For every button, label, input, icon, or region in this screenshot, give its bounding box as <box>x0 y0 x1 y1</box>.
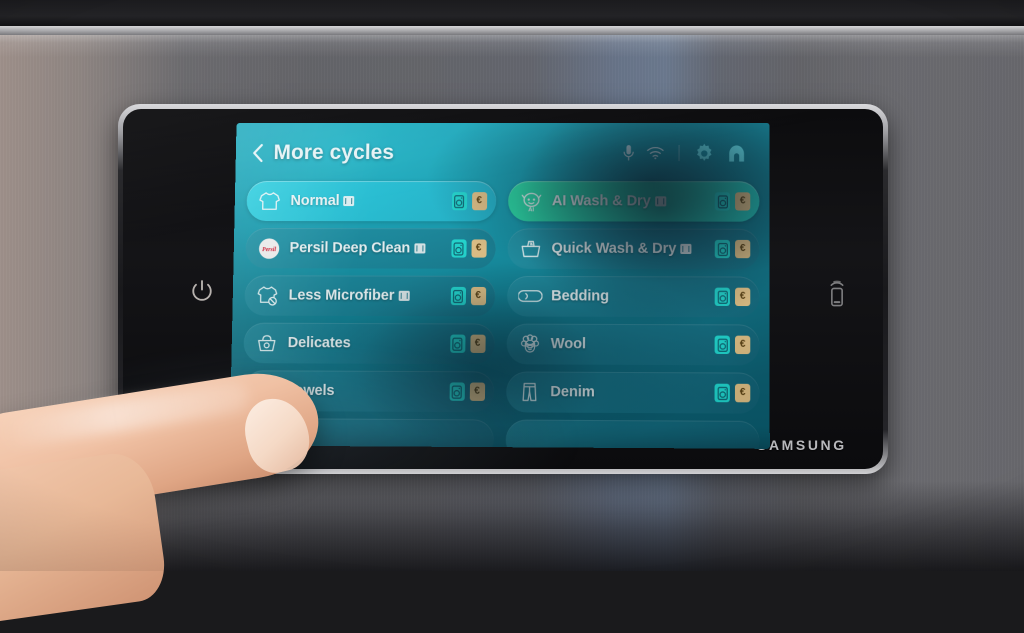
cycle-label: Wool <box>551 336 586 352</box>
tile-badges: € <box>715 384 751 403</box>
persil-logo-icon: Persil <box>256 236 280 260</box>
tile-spacer <box>586 344 715 345</box>
cycle-tile-denim[interactable]: Denim € <box>506 371 760 413</box>
svg-text:AI: AI <box>528 207 534 213</box>
cycle-label: Quick Wash & Dry <box>551 241 676 257</box>
cycle-label: Bedding <box>551 288 609 304</box>
jeans-icon <box>517 380 542 405</box>
cost-badge-icon: € <box>735 240 750 258</box>
cost-badge-icon: € <box>735 288 750 306</box>
washer-badge-icon <box>715 192 730 210</box>
sheep-icon <box>517 332 541 357</box>
tile-badges: € <box>451 239 486 257</box>
cost-badge-icon: € <box>472 192 487 210</box>
cycle-tile-persil-deep-clean[interactable]: Persil Persil Deep Clean € <box>245 228 495 269</box>
cost-badge-icon: € <box>469 383 484 401</box>
washer-badge-icon <box>449 382 464 400</box>
cycle-grid: Normal € <box>242 181 760 449</box>
handwash-basin-icon <box>254 331 278 355</box>
cycle-tile-bedding[interactable]: Bedding € <box>507 276 760 317</box>
tile-spacer <box>595 392 715 393</box>
screen-header: More cycles <box>235 123 769 183</box>
cycle-tile-cutoff-left[interactable] <box>241 418 493 449</box>
ai-face-icon: AI <box>519 189 543 213</box>
tile-badges: € <box>715 240 751 258</box>
display-bezel-inner: SAMSUNG More cycles <box>123 109 883 469</box>
ai-flag-icon <box>343 196 354 206</box>
washer-badge-icon <box>451 192 466 210</box>
touchscreen-display[interactable]: More cycles <box>230 123 770 449</box>
cost-badge-icon: € <box>735 192 750 210</box>
microphone-icon[interactable] <box>622 143 635 162</box>
power-icon[interactable] <box>187 277 217 307</box>
top-dark-band <box>0 0 1024 27</box>
ai-flag-icon <box>398 291 409 301</box>
cycle-tile-delicates[interactable]: Delicates € <box>243 323 494 365</box>
cycle-label: Normal <box>290 193 339 209</box>
settings-gear-icon[interactable] <box>694 142 715 163</box>
header-divider <box>679 145 680 161</box>
ai-flag-icon <box>414 243 425 253</box>
chevron-left-icon[interactable] <box>249 140 265 166</box>
cycle-tile-cutoff-right[interactable] <box>505 420 759 449</box>
quick-basin-icon <box>518 236 542 260</box>
nfc-tap-icon[interactable] <box>823 277 851 309</box>
tile-badges: € <box>451 192 486 210</box>
cost-badge-icon: € <box>735 384 750 403</box>
tshirt-icon <box>257 189 281 213</box>
washer-badge-icon <box>715 240 730 258</box>
pillow-icon <box>518 284 542 308</box>
home-icon[interactable] <box>726 143 747 162</box>
washer-badge-icon <box>715 288 730 306</box>
tile-spacer <box>334 391 449 392</box>
chrome-edge <box>0 26 1024 35</box>
hand-body <box>0 449 169 633</box>
towel-icon <box>253 378 278 403</box>
cycle-label: Delicates <box>288 335 351 351</box>
cost-badge-icon: € <box>471 239 486 257</box>
cost-badge-icon: € <box>470 287 485 305</box>
tile-badges: € <box>450 287 485 305</box>
cycle-label: Less Microfiber <box>288 287 394 303</box>
tile-badges: € <box>715 192 750 210</box>
washer-badge-icon <box>450 335 465 353</box>
cycle-tile-quick-wash-dry[interactable]: Quick Wash & Dry € <box>507 228 759 269</box>
page-title: More cycles <box>273 141 394 165</box>
lower-shadow <box>0 481 1024 571</box>
tshirt-no-icon <box>255 283 279 307</box>
ai-flag-icon <box>655 196 666 206</box>
ai-flag-icon <box>680 244 691 254</box>
washer-badge-icon <box>715 336 730 354</box>
washer-badge-icon <box>450 287 465 305</box>
samsung-logo: SAMSUNG <box>757 437 847 453</box>
cycle-tile-less-microfiber[interactable]: Less Microfiber € <box>244 275 495 316</box>
cycle-label: Towels <box>287 383 335 400</box>
tile-badges: € <box>715 288 751 306</box>
washer-badge-icon <box>715 384 730 403</box>
svg-text:Persil: Persil <box>262 247 276 253</box>
wifi-icon[interactable] <box>646 146 664 160</box>
cycle-label: AI Wash & Dry <box>552 193 651 209</box>
tile-badges: € <box>450 335 485 353</box>
cycle-label: Denim <box>550 384 595 401</box>
cycle-tile-wool[interactable]: Wool € <box>506 324 759 366</box>
washer-badge-icon <box>451 239 466 257</box>
cycle-tile-normal[interactable]: Normal € <box>246 181 496 221</box>
tile-badges: € <box>449 382 485 401</box>
status-icon-group <box>622 142 747 163</box>
cost-badge-icon: € <box>735 336 750 354</box>
cycle-tile-ai-wash-dry[interactable]: AI AI Wash & Dry € <box>507 181 759 222</box>
tile-badges: € <box>715 336 751 355</box>
appliance-front-panel: SAMSUNG More cycles <box>0 0 1024 571</box>
cycle-label: Persil Deep Clean <box>289 240 410 256</box>
cycle-tile-towels[interactable]: Towels € <box>242 370 494 412</box>
cost-badge-icon: € <box>470 335 485 353</box>
display-bezel: SAMSUNG More cycles <box>118 104 888 474</box>
